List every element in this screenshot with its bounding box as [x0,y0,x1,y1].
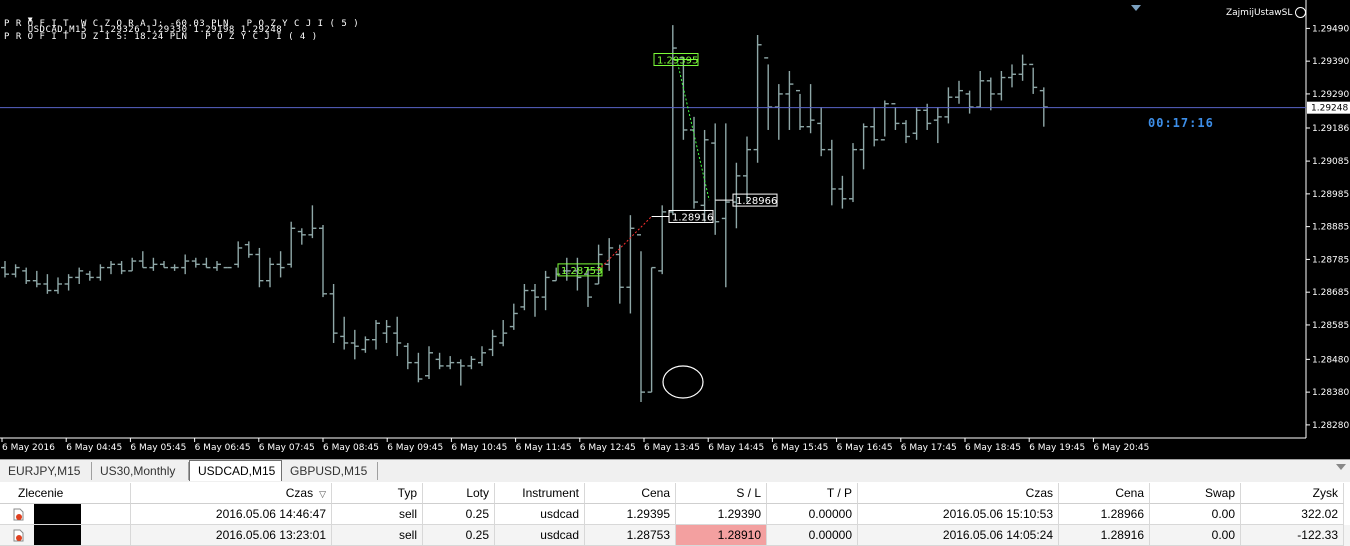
price-label: 1.28685 [1312,288,1349,298]
trade-line-2 [598,216,652,271]
time-label: 6 May 15:45 [772,443,828,453]
col-czas-close[interactable]: Czas [858,483,1059,504]
col-czas[interactable]: Czas ▽ [131,483,332,504]
order-lots: 0.25 [423,525,495,546]
time-label: 6 May 16:45 [837,443,893,453]
order-type: sell [332,504,423,525]
time-label: 6 May 2016 [2,443,55,453]
price-label: 1.28480 [1312,355,1349,365]
trade-label: 1.28966 [736,196,777,207]
price-label: 1.28985 [1312,190,1349,200]
table-row[interactable]: 2016.05.06 14:46:47 sell 0.25 usdcad 1.2… [0,504,1350,525]
close-time: 2016.05.06 15:10:53 [858,504,1059,525]
price-label: 1.28785 [1312,255,1349,265]
order-cell [0,504,131,525]
col-cena[interactable]: Cena [585,483,676,504]
profit: -122.33 [1241,525,1344,546]
time-label: 6 May 14:45 [708,443,764,453]
col-swap[interactable]: Swap [1150,483,1241,504]
time-label: 6 May 18:45 [965,443,1021,453]
col-tp[interactable]: T / P [767,483,858,504]
tab-gbpusd[interactable]: GBPUSD,M15 [282,462,378,480]
open-time: 2016.05.06 14:46:47 [131,504,332,525]
orders-table: Zlecenie Czas ▽ Typ Loty Instrument Cena … [0,483,1350,546]
sort-desc-icon: ▽ [319,489,326,499]
price-label: 1.29186 [1312,124,1349,134]
tab-us30[interactable]: US30,Monthly [92,462,189,480]
trade-label: 1.28753 [561,266,602,277]
time-label: 6 May 09:45 [387,443,443,453]
col-zysk[interactable]: Zysk [1241,483,1344,504]
tab-eurjpy[interactable]: EURJPY,M15 [0,462,92,480]
price-label: 1.28380 [1312,388,1349,398]
swap: 0.00 [1150,525,1241,546]
stop-loss: 1.28910 [676,525,767,546]
open-price: 1.28753 [585,525,676,546]
swap: 0.00 [1150,504,1241,525]
col-loty[interactable]: Loty [423,483,495,504]
close-time: 2016.05.06 14:05:24 [858,525,1059,546]
tab-usdcad[interactable]: USDCAD,M15 [189,460,282,481]
col-typ[interactable]: Typ [332,483,423,504]
time-label: 6 May 20:45 [1093,443,1149,453]
chart-shift-icon [1131,5,1141,11]
annotation-circle [662,365,704,399]
chart-tabs: EURJPY,M15 US30,Monthly USDCAD,M15 GBPUS… [0,459,1350,482]
order-type: sell [332,525,423,546]
table-header: Zlecenie Czas ▽ Typ Loty Instrument Cena … [0,483,1350,504]
col-zlecenie[interactable]: Zlecenie [0,483,131,504]
price-chart[interactable]: 1.29490 1.29390 1.29290 1.29186 1.29085 1.289… [0,0,1350,459]
col-czas-label: Czas [285,486,314,500]
order-instrument: usdcad [495,525,585,546]
time-label: 6 May 06:45 [195,443,251,453]
time-label: 6 May 19:45 [1029,443,1085,453]
time-label: 6 May 07:45 [259,443,315,453]
price-label: 1.28280 [1312,421,1349,431]
profit: 322.02 [1241,504,1344,525]
stop-loss: 1.29390 [676,504,767,525]
take-profit: 0.00000 [767,525,858,546]
time-label: 6 May 13:45 [644,443,700,453]
take-profit: 0.00000 [767,504,858,525]
price-label: 1.29085 [1312,157,1349,167]
trade-label: 1.28916 [672,212,713,223]
order-lots: 0.25 [423,504,495,525]
current-price-label: 1.29248 [1311,104,1348,114]
chart-canvas[interactable]: 1.29490 1.29390 1.29290 1.29186 1.29085 1.289… [0,0,1350,459]
time-label: 6 May 11:45 [516,443,572,453]
time-label: 6 May 10:45 [451,443,507,453]
time-label: 6 May 04:45 [66,443,122,453]
redacted-ticket [34,504,81,524]
col-cena-close[interactable]: Cena [1059,483,1150,504]
order-sell-icon [13,529,24,542]
time-label: 6 May 12:45 [580,443,636,453]
profit-yesterday: P R O F I T W C Z O R A J: -60.03 PLN P … [4,19,360,29]
close-price: 1.28916 [1059,525,1150,546]
ea-name: ZajmijUstawSL [1226,7,1293,18]
price-label: 1.29390 [1312,57,1349,67]
open-price: 1.29395 [585,504,676,525]
time-label: 6 May 08:45 [323,443,379,453]
open-time: 2016.05.06 13:23:01 [131,525,332,546]
time-label: 6 May 17:45 [901,443,957,453]
redacted-ticket [34,525,81,545]
order-instrument: usdcad [495,504,585,525]
time-label: 6 May 05:45 [130,443,186,453]
close-price: 1.28966 [1059,504,1150,525]
price-label: 1.29290 [1312,90,1349,100]
expert-advisor-label[interactable]: ZajmijUstawSL [1226,7,1307,18]
table-row[interactable]: 2016.05.06 13:23:01 sell 0.25 usdcad 1.2… [0,525,1350,546]
col-instrument[interactable]: Instrument [495,483,585,504]
profit-today: P R O F I T D Z I S: 18.24 PLN P O Z Y C… [4,32,318,42]
price-label: 1.29490 [1312,24,1349,34]
col-sl[interactable]: S / L [676,483,767,504]
tab-scroll-arrow-icon[interactable] [1336,464,1346,470]
price-label: 1.28585 [1312,321,1349,331]
order-cell [0,525,131,546]
bar-timer: 00:17:16 [1148,116,1214,130]
smiley-icon [1295,7,1307,18]
price-label: 1.28885 [1312,223,1349,233]
order-sell-icon [13,508,24,521]
